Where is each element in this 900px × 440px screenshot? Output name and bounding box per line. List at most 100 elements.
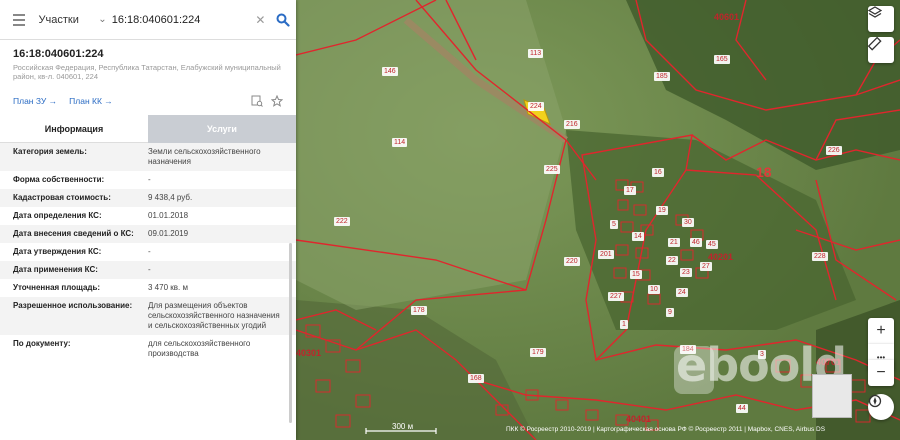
scale-label: 300 м	[392, 422, 414, 431]
info-row-document: По документу: для сельскохозяйственного …	[0, 335, 296, 363]
plot-label[interactable]: 10	[648, 285, 660, 294]
plot-label[interactable]: 16	[652, 168, 664, 177]
ruler-icon	[868, 37, 882, 51]
plot-label[interactable]: 178	[411, 306, 427, 315]
plot-label[interactable]: 46	[690, 238, 702, 247]
plot-label[interactable]: 146	[382, 67, 398, 76]
plot-label[interactable]: 113	[528, 49, 544, 58]
tab-info[interactable]: Информация	[0, 115, 148, 143]
plot-label[interactable]: 1	[620, 320, 628, 329]
plot-label[interactable]: 114	[392, 138, 408, 147]
plot-label[interactable]: 224	[528, 102, 544, 111]
compass-button[interactable]	[868, 394, 894, 420]
row-value: -	[148, 175, 151, 184]
star-icon[interactable]	[271, 95, 283, 107]
layers-icon	[868, 6, 882, 18]
plot-label[interactable]: 19	[656, 206, 668, 215]
compass-icon	[868, 394, 882, 408]
row-value: Земли сельскохозяйственного назначения	[148, 147, 261, 166]
search-type-select[interactable]: Участки	[39, 14, 99, 26]
plot-label[interactable]: 185	[654, 72, 670, 81]
info-row-cost: Кадастровая стоимость: 9 438,4 руб.	[0, 189, 296, 207]
row-key: Уточненная площадь:	[13, 283, 101, 292]
row-value: -	[148, 265, 151, 274]
row-value: 09.01.2019	[148, 229, 189, 238]
row-key: Дата внесения сведений о КС:	[13, 229, 134, 238]
row-key: По документу:	[13, 339, 71, 348]
plot-label[interactable]: 226	[826, 146, 842, 155]
info-table: Категория земель: Земли сельскохозяйстве…	[0, 143, 296, 440]
minimap[interactable]	[812, 374, 852, 418]
row-value: -	[148, 247, 151, 256]
info-row-approval-date: Дата утверждения КС: -	[0, 243, 296, 261]
clear-icon[interactable]: ✕	[252, 13, 269, 27]
plot-label[interactable]: 9	[666, 308, 674, 317]
plot-label[interactable]: 45	[706, 240, 718, 249]
plot-label[interactable]: 44	[736, 404, 748, 413]
row-key: Кадастровая стоимость:	[13, 193, 111, 202]
plot-label[interactable]: 27	[700, 262, 712, 271]
search-button[interactable]	[269, 6, 296, 34]
plot-label[interactable]: 168	[468, 374, 484, 383]
plot-label[interactable]: 225	[544, 165, 560, 174]
plot-label[interactable]: 23	[680, 268, 692, 277]
plot-label[interactable]: 21	[668, 238, 680, 247]
object-header: 16:18:040601:224 Российская Федерация, Р…	[0, 40, 296, 107]
quarter-label[interactable]: 40201	[708, 252, 733, 262]
map-view[interactable]: 146 113 185 165 114 224 216 226 222 225 …	[296, 0, 900, 440]
plot-label[interactable]: 14	[632, 232, 644, 241]
row-key: Дата утверждения КС:	[13, 247, 102, 256]
plot-label[interactable]: 165	[714, 55, 730, 64]
panel-scrollbar[interactable]	[289, 243, 292, 423]
copyright-text: ПКК © Росреестр 2010-2019 | Картографиче…	[506, 426, 826, 433]
plan-links: План ЗУ → План КК →	[13, 95, 283, 107]
tab-services[interactable]: Услуги	[148, 115, 296, 143]
row-value: 9 438,4 руб.	[148, 193, 193, 202]
info-row-ownership: Форма собственности: -	[0, 171, 296, 189]
row-value: 3 470 кв. м	[148, 283, 188, 292]
row-key: Форма собственности:	[13, 175, 105, 184]
cadastral-number: 16:18:040601:224	[13, 48, 104, 60]
row-value: 01.01.2018	[148, 211, 189, 220]
plot-label[interactable]: 30	[682, 218, 694, 227]
print-icon[interactable]	[251, 95, 263, 107]
chevron-down-icon[interactable]: ⌄	[98, 14, 111, 25]
row-value: Для размещения объектов сельскохозяйстве…	[148, 301, 280, 330]
zoom-in-button[interactable]: +	[868, 318, 894, 344]
quarter-label[interactable]: 40601	[714, 12, 739, 22]
plot-label[interactable]: 220	[564, 257, 580, 266]
area-number-label: 18	[756, 164, 772, 180]
menu-icon[interactable]	[0, 0, 39, 40]
plot-label[interactable]: 22	[666, 256, 678, 265]
row-key: Дата применения КС:	[13, 265, 98, 274]
plot-label[interactable]: 228	[812, 252, 828, 261]
layers-button[interactable]	[868, 6, 894, 32]
object-address: Российская Федерация, Республика Татарст…	[13, 63, 281, 81]
plot-label[interactable]: 179	[530, 348, 546, 357]
plot-label[interactable]: 201	[598, 250, 614, 259]
info-row-cost-entry-date: Дата внесения сведений о КС: 09.01.2019	[0, 225, 296, 243]
plan-kk-link[interactable]: План КК →	[69, 96, 113, 106]
zoom-out-button[interactable]: −	[868, 360, 894, 386]
info-panel: Участки ⌄ ✕ 16:18:040601:224 Российская …	[0, 0, 296, 440]
info-row-application-date: Дата применения КС: -	[0, 261, 296, 279]
search-icon	[276, 13, 290, 27]
plot-label[interactable]: 24	[676, 288, 688, 297]
info-row-permitted-use: Разрешенное использование: Для размещени…	[0, 297, 296, 335]
plot-label[interactable]: 5	[610, 220, 618, 229]
panel-tabs: Информация Услуги	[0, 115, 296, 143]
plot-label[interactable]: 216	[564, 120, 580, 129]
row-key: Дата определения КС:	[13, 211, 102, 220]
ruler-button[interactable]	[868, 37, 894, 63]
row-key: Разрешенное использование:	[13, 301, 133, 310]
quarter-label[interactable]: 40301	[296, 348, 321, 358]
search-bar: Участки ⌄ ✕	[0, 0, 296, 40]
search-input[interactable]	[111, 13, 252, 26]
info-row-category: Категория земель: Земли сельскохозяйстве…	[0, 143, 296, 171]
plot-label[interactable]: 222	[334, 217, 350, 226]
plot-label[interactable]: 15	[630, 270, 642, 279]
plot-label[interactable]: 227	[608, 292, 624, 301]
quarter-label[interactable]: 40401	[626, 414, 651, 424]
plan-zu-link[interactable]: План ЗУ →	[13, 96, 57, 106]
plot-label[interactable]: 17	[624, 186, 636, 195]
